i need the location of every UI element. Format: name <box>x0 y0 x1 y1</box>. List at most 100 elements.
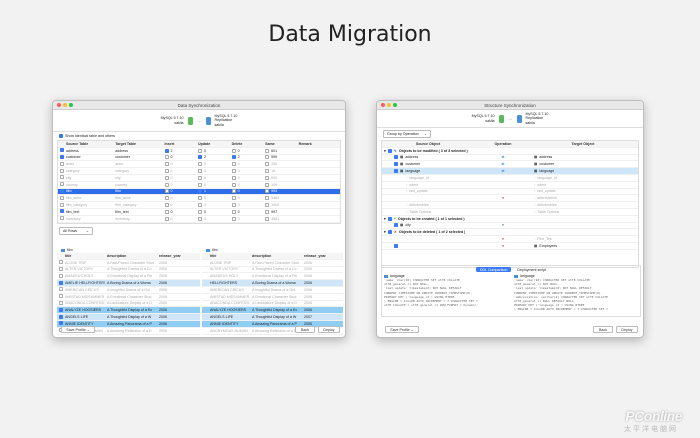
table-row[interactable]: customer customer 0 2 2 599 <box>58 154 340 162</box>
object-row[interactable]: ▦ language ⇄ ▦ language <box>382 168 638 175</box>
data-row[interactable]: ALONE TRIP A Fast-Paced Character Stud 200… <box>57 260 200 267</box>
table-row[interactable]: inventory inventory 0 0 0 4581 <box>58 216 340 223</box>
insert-checkbox[interactable] <box>164 209 169 214</box>
field-row[interactable]: ▫ last_update ▫ last_update <box>382 189 638 196</box>
table-row[interactable]: film_actor film_actor 0 0 0 5462 <box>58 195 340 203</box>
object-checkbox[interactable] <box>394 162 398 167</box>
insert-cell[interactable]: 0 <box>163 155 197 160</box>
show-identical-row[interactable]: Show identical table and others <box>53 132 345 140</box>
update-checkbox[interactable] <box>198 169 203 174</box>
table-row[interactable]: actor actor 0 0 0 200 <box>58 161 340 169</box>
object-row[interactable]: ▦ address ⇄ ▦ address <box>382 155 638 162</box>
group-checkbox[interactable] <box>387 230 392 235</box>
insert-checkbox[interactable] <box>164 169 169 174</box>
insert-cell[interactable]: 0 <box>163 169 197 174</box>
insert-cell[interactable]: 0 <box>163 189 197 194</box>
insert-cell[interactable]: 0 <box>163 182 197 187</box>
same-checkbox[interactable] <box>265 162 270 167</box>
object-checkbox[interactable] <box>394 223 398 228</box>
data-row[interactable]: ANGELS LIFE A Thoughtful Display of a W 20… <box>57 314 200 321</box>
same-cell[interactable]: 601 <box>263 148 297 153</box>
data-row[interactable]: ANGELS LIFE A Thoughtful Display of a W 20… <box>202 314 343 321</box>
same-checkbox[interactable] <box>265 182 270 187</box>
delete-cell[interactable]: 0 <box>230 216 264 221</box>
save-profile-button[interactable]: Save Profile ⌄ <box>61 326 95 333</box>
update-checkbox[interactable] <box>198 175 203 180</box>
row-checkbox[interactable] <box>59 260 63 265</box>
same-checkbox[interactable] <box>265 155 270 160</box>
disclosure-icon[interactable]: ▾ <box>384 149 386 153</box>
row-checkbox[interactable] <box>59 273 63 278</box>
row-checkbox[interactable] <box>60 188 64 193</box>
update-checkbox[interactable] <box>198 189 203 194</box>
same-cell[interactable]: 200 <box>263 162 297 167</box>
row-checkbox[interactable] <box>59 300 63 305</box>
update-checkbox[interactable] <box>198 196 203 201</box>
update-cell[interactable]: 1 <box>196 189 230 194</box>
insert-cell[interactable]: 2 <box>163 148 197 153</box>
insert-cell[interactable]: 0 <box>163 209 197 214</box>
table-row[interactable]: city city 0 0 0 600 <box>58 175 340 182</box>
same-cell[interactable]: 109 <box>263 182 297 187</box>
update-cell[interactable]: 0 <box>196 216 230 221</box>
same-cell[interactable]: 993 <box>263 189 297 194</box>
data-row[interactable]: AMISTAD MIDSUMMER A Emotional Character S… <box>57 294 200 301</box>
modified-group[interactable]: ▾ ✎ Objects to be modified ( 3 of 3 select… <box>382 148 638 155</box>
data-row[interactable]: AMADEUS HOLY A Emotional Display of a Pie… <box>202 273 343 281</box>
row-filter-select[interactable]: All Rows ⌄ <box>59 226 93 235</box>
insert-checkbox[interactable] <box>164 148 169 153</box>
row-checkbox[interactable] <box>59 280 63 285</box>
delete-checkbox[interactable] <box>231 216 236 221</box>
field-row[interactable]: ● ▫ abbreviation <box>382 195 638 203</box>
same-checkbox[interactable] <box>265 189 270 194</box>
data-row[interactable]: AMISTAD MIDSUMMER A Emotional Character S… <box>202 294 343 301</box>
table-row[interactable]: film_category film_category 0 0 0 1000 <box>58 202 340 209</box>
insert-checkbox[interactable] <box>164 196 169 201</box>
update-cell[interactable]: 0 <box>196 175 230 180</box>
insert-checkbox[interactable] <box>164 189 169 194</box>
update-cell[interactable]: 0 <box>196 148 230 153</box>
delete-checkbox[interactable] <box>231 155 236 160</box>
group-checkbox[interactable] <box>387 148 392 153</box>
deleted-group[interactable]: ▾ ✕ Objects to be deleted ( 1 of 2 selecte… <box>382 229 638 237</box>
row-checkbox[interactable] <box>60 182 64 187</box>
back-button[interactable]: Back <box>295 326 315 333</box>
delete-cell[interactable]: 0 <box>230 189 264 194</box>
row-checkbox[interactable] <box>60 195 64 200</box>
row-checkbox[interactable] <box>60 154 64 159</box>
delete-cell[interactable]: 0 <box>230 203 264 208</box>
delete-cell[interactable]: 0 <box>230 196 264 201</box>
same-cell[interactable]: 599 <box>263 155 297 160</box>
update-cell[interactable]: 0 <box>196 182 230 187</box>
delete-checkbox[interactable] <box>231 209 236 214</box>
delete-cell[interactable]: 0 <box>230 209 264 214</box>
object-row[interactable]: ▦ customer ⇄ ▦ customer <box>382 161 638 169</box>
data-row[interactable]: ALTER VICTORY A Thoughtful Drama of a Co 2… <box>57 266 200 274</box>
row-checkbox[interactable] <box>60 148 64 153</box>
table-row[interactable]: film film 0 1 0 993 <box>58 188 340 196</box>
same-cell[interactable]: 16 <box>263 169 297 174</box>
object-row[interactable]: ● ▦ Employees <box>382 243 638 250</box>
data-row[interactable]: ALONE TRIP A Fast-Paced Character Stud 200… <box>202 260 343 267</box>
same-cell[interactable]: 5462 <box>263 196 297 201</box>
object-checkbox[interactable] <box>394 169 398 174</box>
row-checkbox[interactable] <box>60 209 64 214</box>
row-checkbox[interactable] <box>60 168 64 173</box>
table-row[interactable]: film_text film_text 0 0 0 997 <box>58 209 340 216</box>
same-checkbox[interactable] <box>265 169 270 174</box>
row-checkbox[interactable] <box>59 287 63 292</box>
group-checkbox[interactable] <box>387 216 392 221</box>
field-row[interactable]: ▫ name ▫ name <box>382 182 638 189</box>
field-row[interactable]: ▫ Table Options ▫ Table Options <box>382 209 638 216</box>
same-checkbox[interactable] <box>265 148 270 153</box>
row-checkbox[interactable] <box>60 175 64 180</box>
update-checkbox[interactable] <box>198 209 203 214</box>
update-checkbox[interactable] <box>198 155 203 160</box>
same-checkbox[interactable] <box>265 209 270 214</box>
delete-checkbox[interactable] <box>231 162 236 167</box>
tab-deployment-script[interactable]: Deployment script <box>517 268 546 272</box>
insert-cell[interactable]: 0 <box>163 196 197 201</box>
data-row[interactable]: AMERICAN CIRCUS A Insightful Drama of a G… <box>57 287 200 294</box>
deploy-button[interactable]: Deploy <box>616 326 638 333</box>
insert-cell[interactable]: 0 <box>163 203 197 208</box>
